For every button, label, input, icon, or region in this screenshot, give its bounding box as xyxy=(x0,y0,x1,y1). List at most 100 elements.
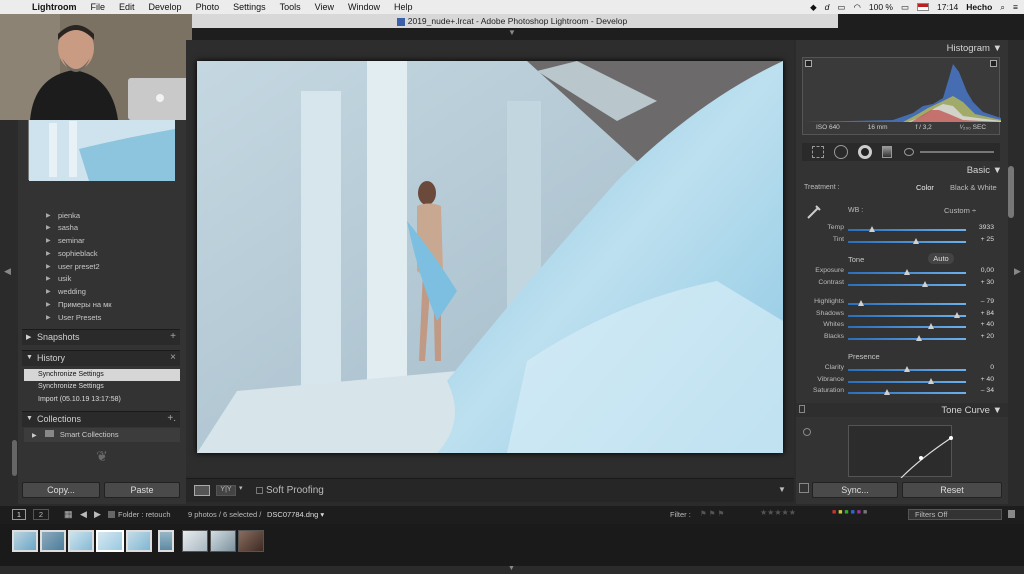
menu-develop[interactable]: Develop xyxy=(149,2,182,12)
filmstrip-thumbnail[interactable] xyxy=(182,530,208,552)
slider-exposure[interactable]: Exposure 0,00 xyxy=(800,266,1000,278)
slider-knob[interactable] xyxy=(953,312,960,318)
slider-track[interactable] xyxy=(848,315,966,317)
preset-folder[interactable]: ▶ Примеры на мк xyxy=(22,299,180,312)
collapse-top-icon[interactable]: ▼ xyxy=(508,28,516,37)
expand-icon[interactable]: ▶ xyxy=(32,433,37,439)
slider-clarity[interactable]: Clarity 0 xyxy=(800,363,1000,375)
preset-folder[interactable]: ▶ sophieblack xyxy=(22,248,180,261)
history-item[interactable]: Import (05.10.19 13:17:58) xyxy=(24,394,180,406)
slider-value[interactable]: 0,00 xyxy=(981,267,994,274)
slider-knob[interactable] xyxy=(904,269,910,275)
window-2-button[interactable]: 2 xyxy=(33,509,49,520)
basic-header[interactable]: Basic ▼ xyxy=(967,165,1002,176)
treatment-color-option[interactable]: Color xyxy=(916,183,934,192)
slider-track[interactable] xyxy=(848,241,966,243)
expand-icon[interactable]: ▶ xyxy=(46,237,51,244)
folder-path[interactable]: Folder : retouch xyxy=(118,510,171,519)
sync-toggle-icon[interactable] xyxy=(799,483,809,493)
main-photo[interactable] xyxy=(197,61,783,453)
current-filename[interactable]: DSC07784.dng ▾ xyxy=(267,510,324,519)
rating-filter[interactable]: ★★★★★ xyxy=(760,508,796,517)
copy-button[interactable]: Copy... xyxy=(22,482,100,498)
menu-lightroom[interactable]: Lightroom xyxy=(32,2,77,12)
soft-proofing-checkbox[interactable] xyxy=(256,487,263,494)
expand-icon[interactable]: ▶ xyxy=(46,288,51,295)
collapse-icon[interactable]: ▼ xyxy=(993,43,1002,54)
tone-curve-toggle-icon[interactable] xyxy=(799,405,805,413)
expand-icon[interactable]: ▶ xyxy=(46,250,51,257)
back-icon[interactable]: ◀ xyxy=(80,509,87,520)
slider-value[interactable]: + 25 xyxy=(981,236,994,243)
sync-button[interactable]: Sync... xyxy=(812,482,898,498)
slider-tint[interactable]: Tint + 25 xyxy=(800,235,1000,247)
slider-track[interactable] xyxy=(848,229,966,231)
reset-button[interactable]: Reset xyxy=(902,482,1002,498)
menu-file[interactable]: File xyxy=(91,2,106,12)
window-1-button[interactable]: 1 xyxy=(12,509,26,520)
treatment-bw-option[interactable]: Black & White xyxy=(950,183,997,192)
tone-curve-graph[interactable] xyxy=(848,425,953,479)
before-after-menu-icon[interactable]: ▾ xyxy=(239,484,243,492)
right-panel-toggle-icon[interactable]: ▶ xyxy=(1014,266,1021,277)
filters-off-select[interactable]: Filters Off xyxy=(908,509,1002,520)
history-item[interactable]: Synchronize Settings xyxy=(24,381,180,393)
slider-highlights[interactable]: Highlights – 79 xyxy=(800,297,1000,309)
slider-value[interactable]: + 84 xyxy=(981,310,994,317)
snapshots-header[interactable]: ▶ Snapshots + xyxy=(22,329,180,345)
menu-help[interactable]: Help xyxy=(394,2,413,12)
targeted-adjustment-icon[interactable] xyxy=(803,428,811,436)
history-header[interactable]: ▼ History × xyxy=(22,350,180,366)
expand-icon[interactable]: ▶ xyxy=(46,314,51,321)
slider-value[interactable]: + 40 xyxy=(981,321,994,328)
slider-track[interactable] xyxy=(848,284,966,286)
left-panel-toggle-icon[interactable]: ◀ xyxy=(4,266,11,277)
expand-icon[interactable]: ▶ xyxy=(46,275,51,282)
slider-saturation[interactable]: Saturation – 34 xyxy=(800,386,1000,398)
menu-window[interactable]: Window xyxy=(348,2,380,12)
expand-icon[interactable]: ▶ xyxy=(26,333,31,341)
slider-value[interactable]: 0 xyxy=(990,364,994,371)
collapse-icon[interactable]: ▼ xyxy=(993,405,1002,416)
crop-icon[interactable] xyxy=(812,146,824,158)
slider-value[interactable]: + 40 xyxy=(981,376,994,383)
slider-track[interactable] xyxy=(848,392,966,394)
highlight-clipping-icon[interactable] xyxy=(990,60,997,67)
grid-icon[interactable]: ▦ xyxy=(64,509,73,520)
smart-collections-item[interactable]: ▶ Smart Collections xyxy=(24,428,180,442)
slider-track[interactable] xyxy=(848,338,966,340)
wb-select[interactable]: Custom ÷ xyxy=(944,206,976,215)
preset-folder[interactable]: ▶ seminar xyxy=(22,235,180,248)
slider-track[interactable] xyxy=(848,381,966,383)
slider-temp[interactable]: Temp 3933 xyxy=(800,223,1000,235)
loupe-view-icon[interactable] xyxy=(194,485,210,496)
add-collection-icon[interactable]: +. xyxy=(167,413,176,424)
user-name[interactable]: Hecho xyxy=(966,2,992,12)
collections-header[interactable]: ▼ Collections +. xyxy=(22,411,180,427)
toolbar-menu-icon[interactable]: ▼ xyxy=(778,485,786,494)
spot-removal-icon[interactable] xyxy=(834,145,848,159)
wifi-icon[interactable]: ◠ xyxy=(853,2,860,13)
slider-whites[interactable]: Whites + 40 xyxy=(800,320,1000,332)
expand-icon[interactable]: ▶ xyxy=(46,212,51,219)
slider-knob[interactable] xyxy=(915,335,922,341)
preset-folder[interactable]: ▶ User Presets xyxy=(22,312,180,325)
expand-icon[interactable]: ▶ xyxy=(46,224,51,231)
adjustment-brush-slider[interactable] xyxy=(920,151,994,153)
slider-value[interactable]: + 20 xyxy=(981,333,994,340)
preset-folder[interactable]: ▶ wedding xyxy=(22,286,180,299)
eyedropper-icon[interactable] xyxy=(806,202,824,220)
expand-icon[interactable]: ▶ xyxy=(46,263,51,270)
collapse-bottom-icon[interactable]: ▼ xyxy=(508,565,515,572)
color-label-filter[interactable]: ■ ■ ■ ■ ■ ■ xyxy=(832,509,867,516)
filmstrip-thumbnail[interactable] xyxy=(238,530,264,552)
histogram-header[interactable]: Histogram ▼ xyxy=(947,43,1002,54)
navigator-preview[interactable] xyxy=(28,118,175,181)
tone-curve-header[interactable]: Tone Curve ▼ xyxy=(941,405,1002,416)
filmstrip-thumbnail[interactable] xyxy=(210,530,236,552)
slider-knob[interactable] xyxy=(868,226,875,232)
auto-tone-button[interactable]: Auto xyxy=(928,253,954,264)
slider-track[interactable] xyxy=(848,303,966,305)
filmstrip-thumbnail-active[interactable] xyxy=(96,530,124,552)
filmstrip-thumbnail[interactable] xyxy=(12,530,38,552)
